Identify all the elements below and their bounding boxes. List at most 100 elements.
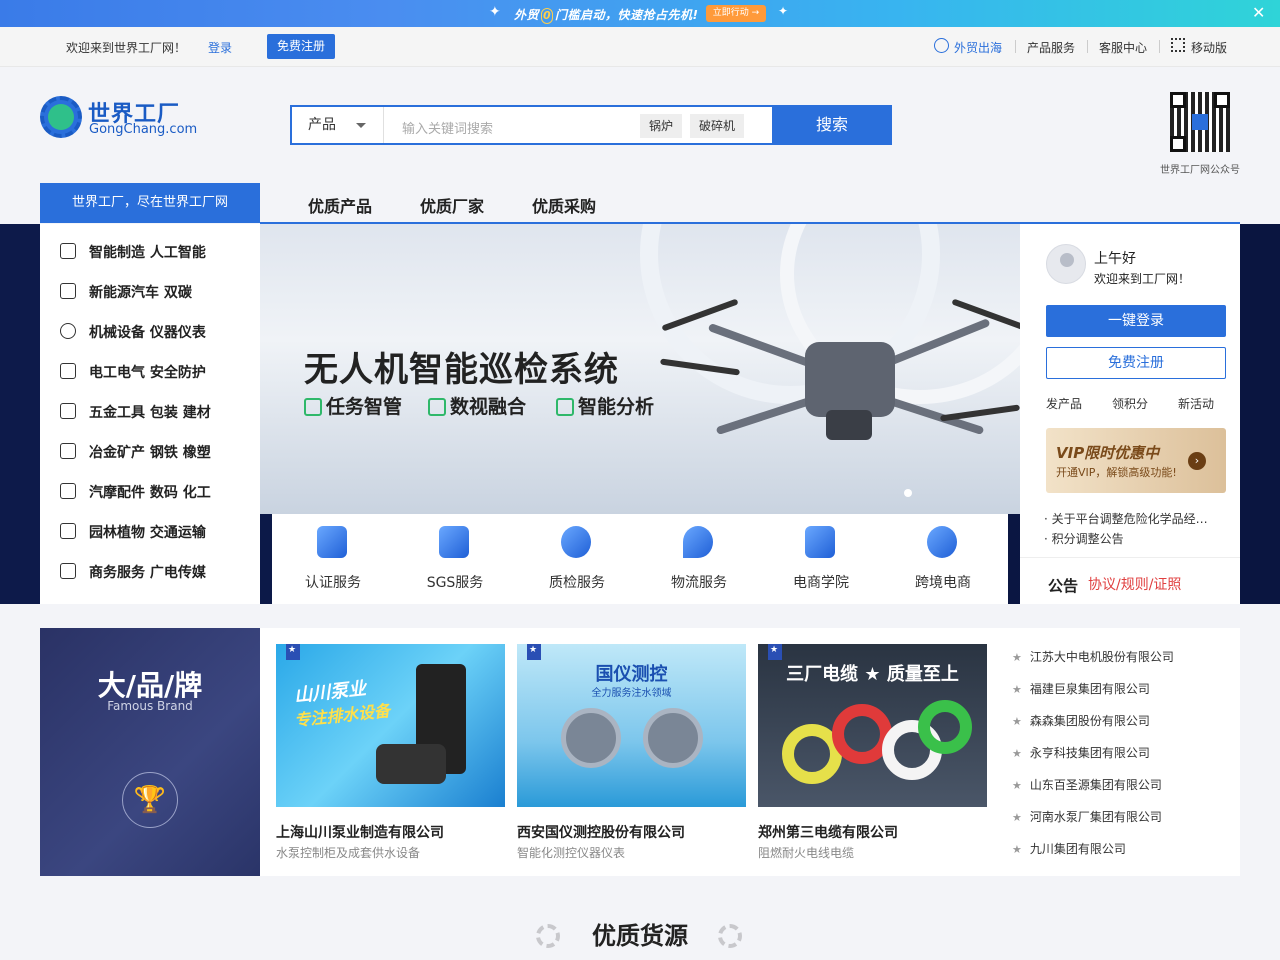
shield-icon bbox=[317, 526, 347, 558]
qrcode-icon bbox=[1171, 38, 1185, 52]
announcement-item[interactable]: · 关于平台调整危险化学品经… bbox=[1044, 510, 1208, 527]
banner-feature: 智能分析 bbox=[556, 392, 654, 419]
welcome-message: 欢迎来到工厂网！ bbox=[1094, 272, 1191, 286]
register-button[interactable]: 免费注册 bbox=[1046, 347, 1226, 379]
brand-list-item[interactable]: ★ 山东百圣源集团有限公司 bbox=[1012, 776, 1162, 793]
section-header: 优质货源 bbox=[0, 916, 1280, 951]
greeting: 上午好 bbox=[1094, 251, 1136, 267]
car-icon bbox=[60, 483, 76, 499]
brand-list-item[interactable]: ★ 九川集团有限公司 bbox=[1012, 840, 1126, 857]
drone-body bbox=[805, 342, 895, 417]
avatar bbox=[1046, 244, 1086, 284]
promo-text: 外贸 0 门槛启动，快速抢占先机! bbox=[514, 7, 699, 24]
hot-tag[interactable]: 破碎机 bbox=[690, 114, 745, 138]
qr-corner bbox=[1170, 92, 1186, 108]
gear-icon bbox=[536, 924, 560, 948]
qrcode-image bbox=[1170, 92, 1230, 152]
notice-links[interactable]: 协议/规则/证照 bbox=[1088, 574, 1181, 594]
globe-logo-icon bbox=[48, 104, 74, 130]
quick-link-post[interactable]: 发产品 bbox=[1046, 395, 1082, 412]
plane-icon bbox=[927, 526, 957, 558]
service-item[interactable]: 跨境电商 bbox=[882, 514, 1004, 604]
toolbox-icon bbox=[60, 403, 76, 419]
brand-badge bbox=[768, 644, 782, 660]
gauge-icon bbox=[60, 323, 76, 339]
topbar-link-mobile[interactable]: 移动版 bbox=[1191, 39, 1227, 56]
topbar-link-overseas[interactable]: 外贸出海 bbox=[954, 39, 1002, 56]
search-button[interactable]: 搜索 bbox=[772, 105, 892, 145]
service-item[interactable]: 认证服务 bbox=[272, 514, 394, 604]
user-panel: 上午好 欢迎来到工厂网！ 一键登录 免费注册 发产品 领积分 新活动 VIP限时… bbox=[1020, 224, 1240, 604]
star-icon: ★ bbox=[1012, 651, 1022, 664]
brand-list-item[interactable]: ★ 河南水泵厂集团有限公司 bbox=[1012, 808, 1162, 825]
login-link[interactable]: 登录 bbox=[208, 39, 232, 56]
banner-feature: 数视融合 bbox=[428, 392, 526, 419]
brand-title: 大/品/牌 bbox=[97, 669, 203, 702]
sgs-icon bbox=[439, 526, 469, 558]
truck-icon bbox=[60, 563, 76, 579]
nav-link-purchase[interactable]: 优质采购 bbox=[532, 193, 596, 217]
divider bbox=[1015, 40, 1016, 53]
brand-name: 郑州第三电缆有限公司 bbox=[758, 825, 898, 841]
service-item[interactable]: 电商学院 bbox=[760, 514, 882, 604]
brand-subtitle: Famous Brand bbox=[107, 699, 193, 713]
site-logo[interactable]: 世界工厂 GongChang.com bbox=[40, 96, 210, 142]
quick-login-button[interactable]: 一键登录 bbox=[1046, 305, 1226, 337]
star-icon: ★ bbox=[1012, 683, 1022, 696]
service-item[interactable]: 物流服务 bbox=[638, 514, 760, 604]
nav-link-factories[interactable]: 优质厂家 bbox=[420, 193, 484, 217]
notice-label: 公告 bbox=[1048, 577, 1079, 595]
brand-panel: 大/品/牌 Famous Brand 🏆 bbox=[40, 628, 260, 876]
chevron-down-icon bbox=[356, 123, 366, 128]
brand-list-panel: 山川泵业 专注排水设备 上海山川泵业制造有限公司 水泵控制柜及成套供水设备 国仪… bbox=[260, 628, 1240, 876]
location-icon bbox=[683, 526, 713, 558]
topbar-link-products[interactable]: 产品服务 bbox=[1027, 39, 1075, 56]
promo-banner[interactable]: ✦ 外贸 0 门槛启动，快速抢占先机! 立即行动 → ✦ ✕ bbox=[0, 0, 1280, 27]
register-button[interactable]: 免费注册 bbox=[267, 34, 335, 59]
analysis-icon bbox=[556, 398, 574, 416]
brand-list-item[interactable]: ★ 森森集团股份有限公司 bbox=[1012, 712, 1150, 729]
arrow-right-icon: › bbox=[1188, 452, 1206, 470]
quick-link-points[interactable]: 领积分 bbox=[1112, 395, 1148, 412]
mine-icon bbox=[60, 443, 76, 459]
service-item[interactable]: 质检服务 bbox=[516, 514, 638, 604]
brand-desc: 水泵控制柜及成套供水设备 bbox=[276, 846, 421, 860]
brand-name: 西安国仪测控股份有限公司 bbox=[517, 825, 685, 841]
announcement-item[interactable]: · 积分调整公告 bbox=[1044, 530, 1124, 547]
brand-desc: 阻燃耐火电线电缆 bbox=[758, 846, 855, 860]
search-input[interactable]: 输入关键词搜索 bbox=[402, 118, 493, 137]
section-title: 优质货源 bbox=[592, 922, 688, 950]
search-bar: 产品 输入关键词搜索 锅炉 破碎机 搜索 bbox=[290, 105, 892, 145]
search-category-select[interactable]: 产品 bbox=[292, 107, 384, 143]
star-icon: ★ bbox=[1012, 843, 1022, 856]
nav-link-products[interactable]: 优质产品 bbox=[308, 193, 372, 217]
magnifier-icon bbox=[561, 526, 591, 558]
category-menu: 智能制造 人工智能 新能源汽车 双碳 机械设备 仪器仪表 电工电气 安全防护 五… bbox=[40, 224, 260, 604]
hot-tag[interactable]: 锅炉 bbox=[640, 114, 683, 138]
banner-feature: 任务智管 bbox=[304, 392, 402, 419]
carousel-dot[interactable] bbox=[904, 489, 912, 497]
hero-banner[interactable]: 无人机智能巡检系统 任务智管 数视融合 智能分析 bbox=[260, 224, 1020, 514]
divider bbox=[1159, 40, 1160, 53]
vip-promo[interactable]: VIP限时优惠中 开通VIP，解锁高级功能! › bbox=[1046, 428, 1226, 493]
trophy-icon: 🏆 bbox=[122, 772, 178, 828]
brand-list-item[interactable]: ★ 永亨科技集团有限公司 bbox=[1012, 744, 1150, 761]
ai-icon bbox=[60, 243, 76, 259]
brand-list-item[interactable]: ★ 江苏大中电机股份有限公司 bbox=[1012, 648, 1174, 665]
divider bbox=[1087, 40, 1088, 53]
topbar-link-service[interactable]: 客服中心 bbox=[1099, 39, 1147, 56]
graduation-cap-icon bbox=[805, 526, 835, 558]
star-icon: ★ bbox=[1012, 715, 1022, 728]
brand-image: 三厂电缆 ★ 质量至上 bbox=[758, 644, 987, 807]
service-item[interactable]: SGS服务 bbox=[394, 514, 516, 604]
brand-desc: 智能化测控仪器仪表 bbox=[517, 846, 626, 860]
top-bar: 欢迎来到世界工厂网！ 登录 免费注册 外贸出海 产品服务 客服中心 移动版 bbox=[0, 27, 1280, 67]
quick-link-activity[interactable]: 新活动 bbox=[1178, 395, 1214, 412]
close-icon[interactable]: ✕ bbox=[1252, 3, 1265, 22]
qrcode-label: 世界工厂网公众号 bbox=[1160, 165, 1240, 176]
vip-title: VIP限时优惠中 bbox=[1056, 444, 1160, 462]
promo-action-button[interactable]: 立即行动 → bbox=[706, 5, 766, 22]
brand-list-item[interactable]: ★ 福建巨泉集团有限公司 bbox=[1012, 680, 1150, 697]
banner-title: 无人机智能巡检系统 bbox=[304, 350, 619, 390]
logo-text-en: GongChang.com bbox=[89, 122, 198, 137]
